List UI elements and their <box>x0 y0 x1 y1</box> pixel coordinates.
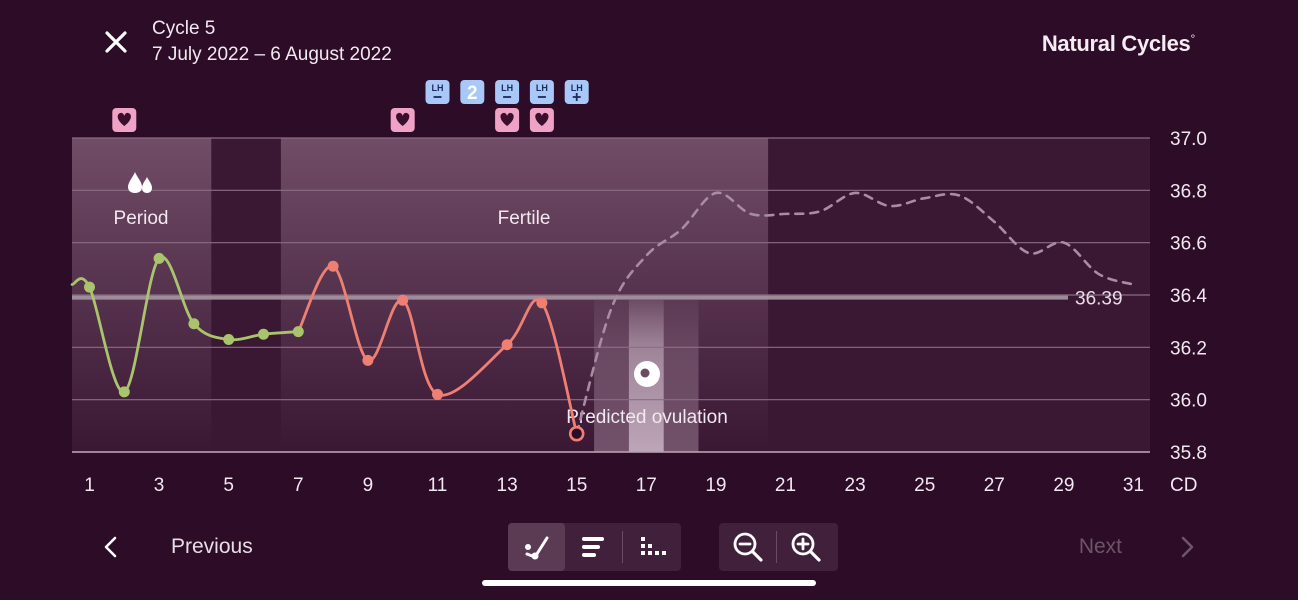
temperature-point <box>292 326 304 338</box>
x-tick-label: 17 <box>636 475 657 496</box>
temperature-point-latest <box>568 425 585 442</box>
heart-icon <box>112 108 137 132</box>
egg-icon <box>634 361 660 387</box>
chevron-left-icon <box>104 536 117 558</box>
list-view-button[interactable] <box>565 523 622 571</box>
temperature-point <box>153 252 165 264</box>
dots-view-icon <box>640 537 666 555</box>
zoom-out-icon <box>733 532 763 562</box>
previous-label: Previous <box>171 535 253 558</box>
graph-view-button[interactable] <box>508 523 565 571</box>
zoom-controls <box>719 523 838 571</box>
temperature-point <box>362 354 374 366</box>
x-unit-label: CD <box>1170 475 1197 496</box>
lh-test-label: LH <box>536 83 548 93</box>
y-tick-label: 37.0 <box>1170 129 1207 150</box>
temperature-point <box>536 297 548 309</box>
heart-icon <box>390 108 415 132</box>
y-tick-label: 36.2 <box>1170 338 1207 359</box>
period-label: Period <box>114 208 169 229</box>
heart-icon <box>529 108 554 132</box>
x-tick-label: 7 <box>293 475 304 496</box>
temperature-point <box>327 260 339 272</box>
temperature-point <box>432 388 443 400</box>
zoom-out-button[interactable] <box>719 523 776 571</box>
cover-line-label: 36.39 <box>1075 289 1123 310</box>
y-tick-label: 36.8 <box>1170 181 1207 202</box>
day-markers: LH LH LH LH 2 <box>112 80 589 132</box>
dots-view-button[interactable] <box>623 523 680 571</box>
heart-icon <box>495 108 520 132</box>
temperature-point <box>258 328 269 340</box>
x-tick-label: 5 <box>223 475 234 496</box>
x-tick-label: 25 <box>914 475 935 496</box>
y-tick-label: 36.0 <box>1170 391 1207 412</box>
x-tick-label: 1 <box>84 475 95 496</box>
list-view-icon <box>581 537 604 557</box>
x-tick-label: 11 <box>428 475 448 496</box>
lh-test-negative-icon: LH <box>425 80 450 104</box>
temperature-point <box>118 386 130 398</box>
y-tick-label: 36.6 <box>1170 234 1207 255</box>
lh-test-label: LH <box>571 83 583 93</box>
x-tick-label: 21 <box>775 475 796 496</box>
y-tick-label: 36.4 <box>1170 286 1207 307</box>
x-tick-label: 15 <box>566 475 587 496</box>
next-cycle-button[interactable]: Next <box>1079 530 1198 564</box>
temperature-point <box>397 294 409 306</box>
y-tick-label: 35.8 <box>1170 443 1207 464</box>
lh-test-positive-icon: LH <box>564 80 589 104</box>
view-mode-switcher <box>508 523 681 571</box>
lh-test-label: LH <box>501 83 513 93</box>
x-tick-label: 13 <box>497 475 518 496</box>
predicted-ovulation-label: Predicted ovulation <box>566 407 728 428</box>
temperature-point <box>84 281 95 293</box>
home-indicator[interactable] <box>482 580 816 586</box>
graph-view-icon <box>524 536 548 560</box>
lh-test-label: LH <box>432 83 444 93</box>
x-tick-label: 27 <box>984 475 1005 496</box>
previous-cycle-button[interactable]: Previous <box>100 530 253 564</box>
chevron-right-icon <box>1181 536 1194 558</box>
x-tick-label: 29 <box>1053 475 1074 496</box>
temperature-point <box>188 318 200 330</box>
fertile-label: Fertile <box>498 208 551 229</box>
lh-test-negative-icon: LH <box>495 80 520 104</box>
lh-test-negative-icon: LH <box>529 80 554 104</box>
count-badge-label: 2 <box>467 83 478 104</box>
next-label: Next <box>1078 535 1122 558</box>
temperature-point <box>223 333 235 345</box>
x-tick-label: 31 <box>1123 475 1144 496</box>
zoom-in-button[interactable] <box>777 523 834 571</box>
x-tick-label: 23 <box>845 475 866 496</box>
zoom-in-icon <box>791 532 821 562</box>
x-tick-label: 3 <box>154 475 165 496</box>
x-tick-label: 19 <box>705 475 726 496</box>
x-tick-label: 9 <box>363 475 374 496</box>
temperature-point <box>501 339 513 351</box>
count-badge: 2 <box>460 80 485 104</box>
temperature-chart: Period Fertile Predicted ovulation 37.0 3… <box>70 80 1207 496</box>
